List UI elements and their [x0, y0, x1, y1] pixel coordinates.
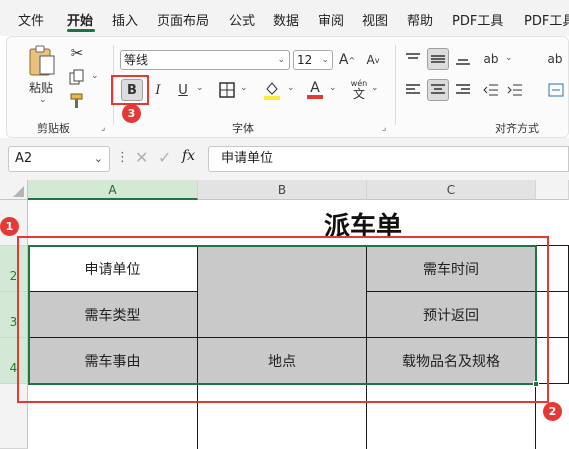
tab-insert[interactable]: 插入 — [112, 10, 138, 29]
underline-dropdown-icon[interactable]: ⌄ — [196, 83, 204, 93]
name-box[interactable]: A2 ⌄ — [8, 146, 110, 172]
column-header-b[interactable]: B — [198, 180, 367, 200]
fill-color-dropdown-icon[interactable]: ⌄ — [287, 83, 295, 93]
merge-center-icon[interactable] — [546, 80, 566, 100]
chevron-down-icon: ⌄ — [277, 55, 285, 65]
shrink-font-label: A — [366, 53, 375, 67]
borders-dropdown-icon[interactable]: ⌄ — [240, 83, 248, 93]
align-bottom-icon[interactable] — [453, 49, 473, 69]
font-name-select[interactable]: 等线 ⌄ — [120, 50, 290, 70]
enter-icon[interactable]: ✓ — [158, 148, 171, 167]
font-color-swatch — [307, 95, 323, 99]
tab-data[interactable]: 数据 — [273, 10, 299, 29]
increase-indent-icon[interactable] — [505, 80, 525, 100]
copy-dropdown-icon[interactable]: ⌄ — [91, 71, 99, 81]
tab-file[interactable]: 文件 — [18, 10, 44, 29]
clipboard-group-label: 剪贴板 — [37, 122, 70, 135]
align-center-icon[interactable] — [427, 79, 449, 101]
align-right-icon[interactable] — [453, 80, 473, 100]
grow-font-icon[interactable]: A ^ — [337, 50, 357, 70]
italic-button[interactable]: I — [148, 79, 168, 101]
wrap-text-icon[interactable]: ab — [544, 49, 566, 69]
tab-formulas[interactable]: 公式 — [229, 10, 255, 29]
column-header-d[interactable] — [536, 180, 569, 200]
clipboard-launcher-icon[interactable]: ⌟ — [101, 123, 105, 133]
font-group-label: 字体 — [232, 122, 254, 135]
cancel-icon[interactable]: ✕ — [135, 148, 148, 167]
font-name-value: 等线 — [124, 53, 149, 67]
align-left-icon[interactable] — [403, 80, 423, 100]
column-header-c[interactable]: C — [367, 180, 536, 200]
tab-page-layout[interactable]: 页面布局 — [157, 10, 209, 29]
tab-view[interactable]: 视图 — [362, 10, 388, 29]
phonetic-icon[interactable]: wén 文 — [349, 77, 369, 103]
phonetic-char: 文 — [352, 87, 365, 101]
font-launcher-icon[interactable]: ⌟ — [382, 123, 386, 133]
format-painter-icon[interactable] — [67, 91, 87, 111]
ribbon: 粘贴 ⌄ ✂ ⌄ 剪贴板 ⌟ 等线 ⌄ 12 ⌄ A ^ Av B I U ⌄ ⌄… — [6, 36, 569, 138]
paste-icon[interactable] — [25, 43, 59, 79]
underline-button[interactable]: U — [174, 79, 192, 101]
ribbon-tab-bar: 文件 开始 插入 页面布局 公式 数据 审阅 视图 帮助 PDF工具 PDF工具 — [0, 0, 569, 36]
callout-badge-1: 1 — [0, 217, 19, 236]
phonetic-dropdown-icon[interactable]: ⌄ — [371, 83, 379, 93]
tab-home[interactable]: 开始 — [67, 10, 93, 29]
separator — [395, 45, 396, 125]
fill-color-icon[interactable] — [262, 79, 282, 101]
name-box-value: A2 — [15, 151, 33, 166]
tab-pdf-tools[interactable]: PDF工具 — [452, 10, 503, 29]
alignment-group-label: 对齐方式 — [495, 122, 539, 135]
font-color-icon[interactable]: A — [305, 79, 325, 101]
tab-help[interactable]: 帮助 — [407, 10, 433, 29]
align-middle-icon[interactable] — [427, 48, 449, 70]
grow-font-label: A — [338, 52, 349, 68]
decrease-indent-icon[interactable] — [481, 80, 501, 100]
paste-label[interactable]: 粘贴 — [29, 79, 53, 96]
shrink-font-icon[interactable]: Av — [363, 50, 383, 70]
chevron-down-icon: ⌄ — [93, 152, 103, 165]
font-color-dropdown-icon[interactable]: ⌄ — [329, 83, 337, 93]
paste-dropdown-icon[interactable]: ⌄ — [39, 95, 47, 105]
insert-function-icon[interactable]: fx — [182, 148, 195, 164]
select-all-corner[interactable] — [0, 180, 28, 200]
wrap-text-label: ab — [547, 52, 563, 66]
formula-input[interactable]: 申请单位 — [208, 146, 569, 172]
callout-badge-2: 2 — [543, 402, 562, 421]
tab-pdf-tools-2[interactable]: PDF工具 — [524, 10, 569, 29]
chevron-down-icon: ⌄ — [321, 55, 329, 65]
font-size-select[interactable]: 12 ⌄ — [293, 50, 333, 70]
borders-icon[interactable] — [218, 81, 236, 99]
align-top-icon[interactable] — [403, 49, 423, 69]
callout-badge-3: 3 — [122, 104, 141, 123]
tab-review[interactable]: 审阅 — [318, 10, 344, 29]
highlight-box-table — [17, 236, 549, 403]
font-size-value: 12 — [297, 53, 313, 67]
cut-icon[interactable]: ✂ — [67, 43, 87, 63]
orientation-dropdown-icon[interactable]: ⌄ — [505, 53, 513, 63]
font-color-label: A — [310, 80, 320, 96]
column-header-a[interactable]: A — [28, 180, 198, 200]
orientation-icon[interactable]: ab — [481, 49, 501, 69]
copy-icon[interactable] — [67, 67, 87, 87]
active-tab-indicator — [67, 29, 95, 32]
formula-bar-grip-icon: ⋮ — [116, 150, 129, 165]
highlight-box-bold — [111, 75, 149, 105]
